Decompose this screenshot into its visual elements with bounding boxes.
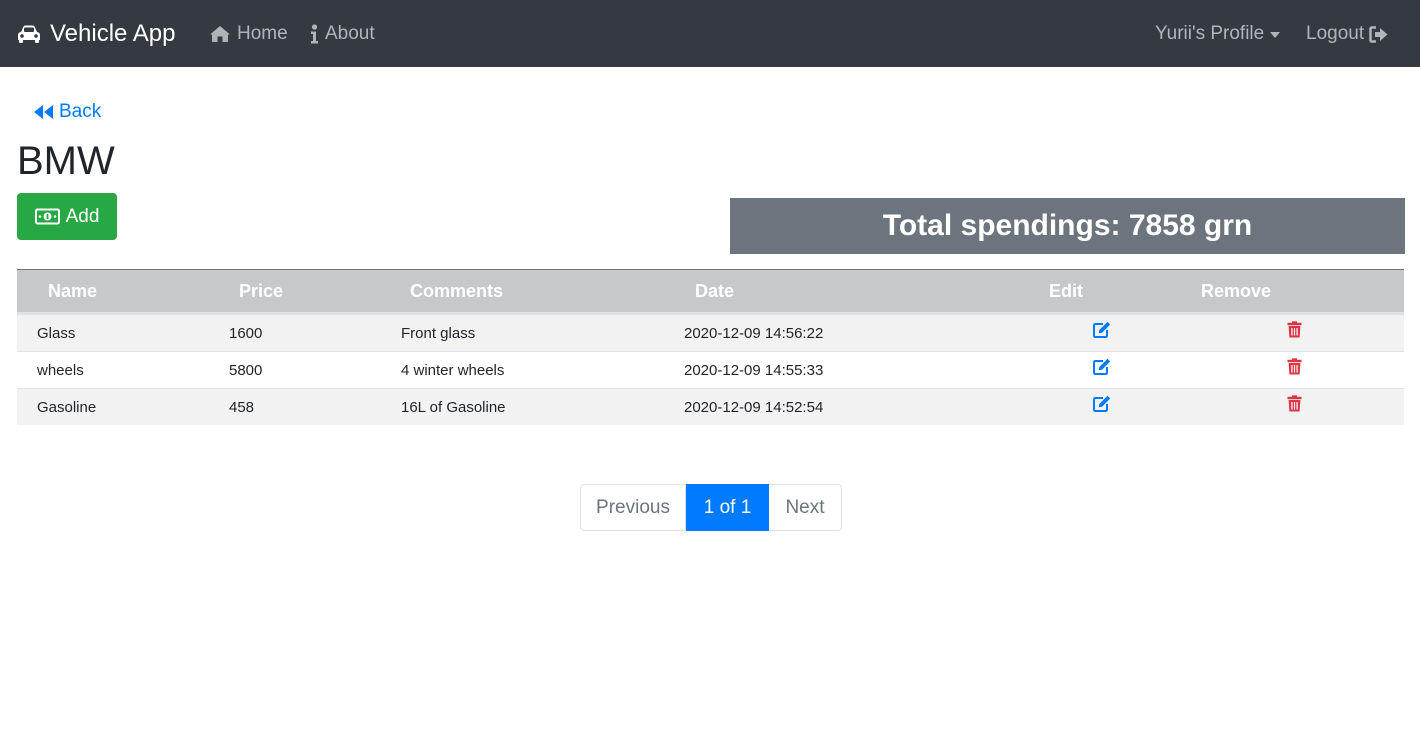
cell-date: 2020-12-09 14:55:33 (684, 362, 824, 379)
total-spendings-banner: Total spendings: 7858 grn (730, 198, 1405, 254)
brand-link[interactable]: Vehicle App (16, 18, 175, 50)
cell-price: 5800 (229, 362, 263, 379)
edit-icon[interactable] (1093, 321, 1111, 343)
table-row: Gasoline 458 16L of Gasoline 2020-12-09 … (17, 388, 1404, 425)
back-label: Back (59, 101, 102, 122)
back-link[interactable]: Back (33, 99, 101, 125)
profile-label: Yurii's Profile (1155, 23, 1265, 44)
header-comments: Comments (410, 280, 504, 301)
car-icon (18, 25, 40, 43)
header-price: Price (239, 280, 284, 301)
trash-icon[interactable] (1287, 321, 1302, 343)
add-spending-button[interactable]: Add (17, 193, 117, 240)
trash-icon[interactable] (1287, 358, 1302, 380)
header-remove: Remove (1201, 280, 1272, 301)
cell-price: 1600 (229, 325, 263, 342)
pagination: Previous 1 of 1 Next (580, 484, 842, 531)
cell-name: wheels (37, 362, 84, 379)
table-row: Glass 1600 Front glass 2020-12-09 14:56:… (17, 314, 1404, 351)
backward-icon (34, 105, 53, 119)
trash-icon[interactable] (1287, 395, 1302, 417)
logout-link[interactable]: Logout (1306, 20, 1395, 48)
logout-label: Logout (1306, 23, 1365, 44)
profile-dropdown[interactable]: Yurii's Profile (1155, 20, 1281, 48)
spendings-table: Name Price Comments Date Edit Remove Gla… (17, 269, 1404, 425)
header-name: Name (48, 280, 98, 301)
add-label: Add (65, 205, 100, 227)
previous-page-button[interactable]: Previous (580, 484, 686, 531)
cell-name: Gasoline (37, 399, 97, 416)
current-page-indicator[interactable]: 1 of 1 (686, 484, 769, 531)
cell-comments: 4 winter wheels (401, 362, 505, 379)
cell-date: 2020-12-09 14:56:22 (684, 325, 824, 342)
total-spendings-text: Total spendings: 7858 grn (882, 209, 1253, 242)
cell-date: 2020-12-09 14:52:54 (684, 399, 824, 416)
edit-icon[interactable] (1093, 358, 1111, 380)
table-header: Name Price Comments Date Edit Remove (17, 270, 1404, 314)
info-icon (311, 24, 318, 44)
edit-icon[interactable] (1093, 395, 1111, 417)
nav-home-link[interactable]: Home (209, 20, 288, 48)
nav-about-label: About (325, 23, 375, 44)
sign-out-icon (1369, 25, 1388, 43)
header-date: Date (695, 280, 735, 301)
header-edit: Edit (1049, 280, 1083, 301)
cell-comments: Front glass (401, 325, 476, 342)
caret-down-icon (1270, 32, 1281, 38)
navbar: Vehicle App Home About Yurii's Profile L… (0, 0, 1420, 67)
brand-title: Vehicle App (50, 20, 176, 47)
nav-home-label: Home (237, 23, 288, 44)
next-page-button[interactable]: Next (769, 484, 842, 531)
home-icon (210, 26, 230, 42)
money-bill-icon (34, 208, 60, 225)
cell-name: Glass (37, 325, 76, 342)
cell-price: 458 (229, 399, 255, 416)
page-title: BMW (17, 139, 115, 183)
nav-about-link[interactable]: About (310, 20, 375, 48)
cell-comments: 16L of Gasoline (401, 399, 506, 416)
table-row: wheels 5800 4 winter wheels 2020-12-09 1… (17, 351, 1404, 388)
